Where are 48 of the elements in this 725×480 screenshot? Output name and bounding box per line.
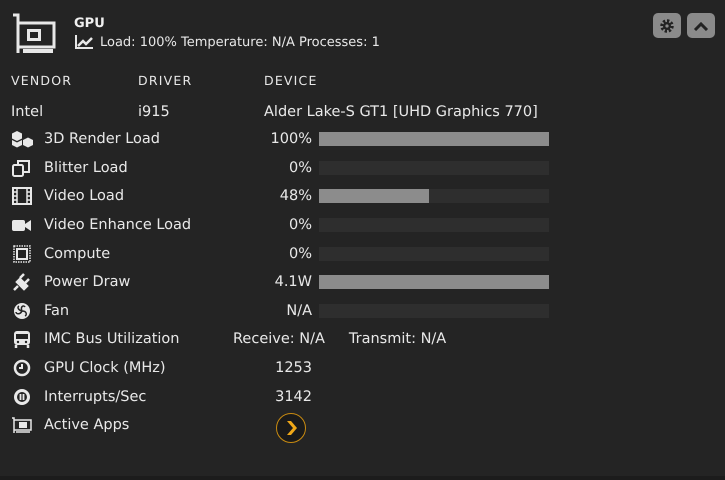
metric-value: 4.1W [274,274,312,290]
metric-value: 0% [288,160,312,176]
metric-value: 3142 [274,388,312,405]
film-icon [11,187,33,206]
graphics-card-icon [11,416,33,434]
metric-label: Power Draw [44,274,132,290]
open-button[interactable] [276,413,306,444]
metric-value: 100% [270,131,312,148]
settings-button[interactable] [653,13,681,38]
metric-value: 0% [288,217,312,234]
collapse-button[interactable] [687,13,715,38]
metric-label: IMC Bus Utilization [44,331,180,348]
plug-icon [11,273,33,292]
metric-value: 1253 [274,360,312,376]
metric-value: Transmit: N/A [348,331,446,348]
metric-value: 0% [288,246,312,262]
column-header: DRIVER [138,73,194,88]
column-header: DEVICE [264,73,319,88]
metric-value: Receive: N/A [233,331,325,348]
metric-label: GPU Clock (MHz) [44,360,167,376]
clock-icon [11,359,33,378]
chevron-right-icon [285,420,297,436]
chevron-up-icon [693,20,709,30]
line-chart-icon [74,34,94,50]
metric-label: Compute [44,246,112,262]
pause-circle-icon [11,388,33,406]
graphics-card-icon [11,13,57,55]
cubes-icon [11,130,33,148]
metric-value: N/A [285,302,312,319]
metric-label: Video Enhance Load [44,217,192,234]
bus-icon [11,330,33,348]
metric-label: Fan [44,302,70,319]
fan-icon [11,302,33,320]
metric-value: 48% [278,188,312,204]
metric-label: Video Load [44,188,126,204]
info-value: Alder Lake-S GT1 [UHD Graphics 770] [264,104,539,120]
info-value: Intel [11,104,44,120]
copy-icon [11,158,33,177]
card-title: GPU [74,16,106,31]
metric-label: Blitter Load [44,160,129,176]
metric-label: Interrupts/Sec [44,388,148,405]
settings-icon [659,18,675,34]
metric-label: Active Apps [44,417,130,434]
summary-text: Load: 100% Temperature: N/A Processes: 1 [100,34,380,50]
column-header: VENDOR [11,73,74,88]
chip-icon [11,244,33,263]
metric-label: 3D Render Load [44,131,162,148]
info-value: i915 [138,104,171,120]
